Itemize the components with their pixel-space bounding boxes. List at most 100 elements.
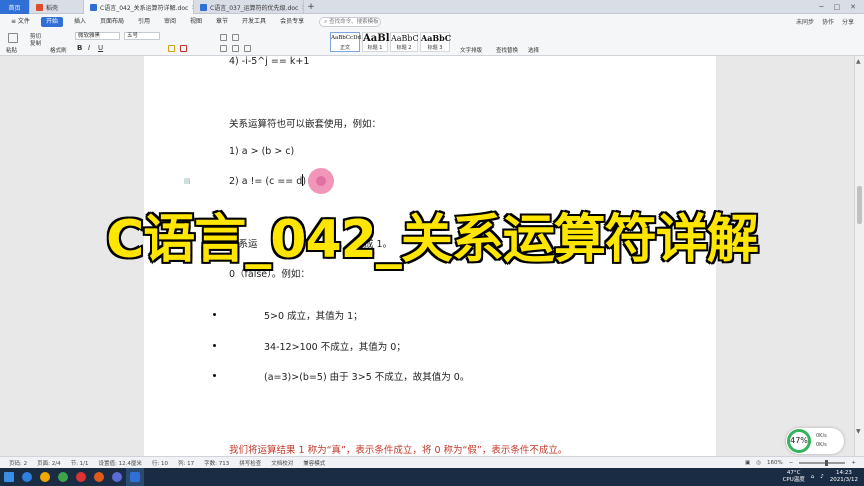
- align-right-icon[interactable]: [244, 45, 251, 52]
- command-search-input[interactable]: ⌕ 查找命令、搜索模板: [319, 16, 382, 27]
- numbered-list-icon[interactable]: [232, 34, 239, 41]
- menu-section[interactable]: 章节: [209, 14, 235, 29]
- align-left-icon[interactable]: [220, 45, 227, 52]
- style-heading1[interactable]: AaBl 标题 1: [362, 32, 390, 52]
- taskbar-app-6[interactable]: [108, 468, 126, 486]
- style-normal-sample: AaBbCcDd: [331, 35, 362, 41]
- window-controls: ─ □ ✕: [811, 0, 864, 13]
- style-heading2[interactable]: AaBbC 标题 2: [390, 32, 419, 52]
- tab-home[interactable]: 首页: [0, 0, 30, 14]
- style-normal-label: 正文: [339, 45, 350, 51]
- eye-protect-icon[interactable]: ◎: [756, 460, 761, 466]
- menu-layout[interactable]: 页面布局: [93, 14, 131, 29]
- share-button[interactable]: 分享: [842, 17, 854, 26]
- sync-status[interactable]: 未同步: [796, 17, 814, 26]
- mouse-cursor-highlight: [308, 168, 334, 194]
- zoom-slider-thumb[interactable]: [825, 459, 829, 466]
- scroll-thumb[interactable]: [857, 186, 862, 224]
- italic-button[interactable]: I: [88, 44, 90, 52]
- scroll-up-icon[interactable]: ▲: [856, 58, 861, 65]
- volume-icon[interactable]: ♪: [820, 474, 824, 480]
- browser-icon: [22, 472, 32, 482]
- minimize-icon[interactable]: ─: [819, 3, 823, 11]
- menu-dev-tools[interactable]: 开发工具: [235, 14, 273, 29]
- doc-line-example-1: 1) a > (b > c): [229, 146, 295, 157]
- find-replace-button[interactable]: 查找替换: [496, 46, 518, 54]
- status-position: 设置值: 12.4厘米: [98, 460, 142, 467]
- collab-button[interactable]: 协作: [822, 17, 834, 26]
- tab-bar: 首页 稻壳 C语言_042_关系运算符详解.doc× C语言_037_运算符的优…: [0, 0, 864, 14]
- status-bar: 页码: 2 页面: 2/4 节: 1/1 设置值: 12.4厘米 行: 10 列…: [0, 456, 864, 468]
- status-words[interactable]: 字数: 713: [199, 459, 234, 467]
- bullet-dot: [213, 374, 216, 377]
- menu-file[interactable]: ≡ 文件: [4, 14, 37, 29]
- taskbar-wps[interactable]: [126, 468, 144, 486]
- maximize-icon[interactable]: □: [834, 3, 841, 11]
- taskbar-app-1[interactable]: [18, 468, 36, 486]
- start-button[interactable]: [0, 468, 18, 486]
- taskbar-app-5[interactable]: [90, 468, 108, 486]
- paste-icon[interactable]: [8, 33, 18, 43]
- zoom-in-icon[interactable]: +: [851, 460, 856, 466]
- doc-check-button[interactable]: 文档校对: [266, 459, 298, 467]
- select-button[interactable]: 选择: [528, 46, 539, 54]
- taskbar-app-3[interactable]: [54, 468, 72, 486]
- spellcheck-toggle[interactable]: 拼写检查: [234, 459, 266, 467]
- zoom-slider[interactable]: [799, 459, 846, 466]
- underline-button[interactable]: U: [98, 44, 103, 52]
- clock-time: 14:23: [835, 470, 852, 476]
- doc-bullet-3: (a=3)>(b=5) 由于 3>5 不成立，故其值为 0。: [264, 372, 470, 383]
- video-title-banner: C语言_042_关系运算符详解: [105, 209, 761, 272]
- bold-button[interactable]: B: [77, 44, 82, 52]
- vertical-scrollbar[interactable]: ▲ ▼: [854, 56, 864, 456]
- ribbon-toolbar: 粘贴 剪切 复制 格式刷 微软雅黑 五号 B I U AaBbCcDd 正文 Aa…: [0, 29, 864, 56]
- align-center-icon[interactable]: [232, 45, 239, 52]
- app-purple-icon: [112, 472, 122, 482]
- menu-references[interactable]: 引用: [131, 14, 157, 29]
- download-rate: 0K/s: [816, 442, 827, 448]
- font-name-select[interactable]: 微软雅黑: [75, 32, 120, 40]
- style-heading2-sample: AaBbC: [391, 34, 419, 43]
- doc-bullet-2: 34-12>100 不成立，其值为 0；: [264, 342, 406, 353]
- tab-shell[interactable]: 稻壳: [30, 0, 84, 14]
- taskbar-app-4[interactable]: [72, 468, 90, 486]
- format-painter-button[interactable]: 格式刷: [50, 46, 67, 54]
- status-pages[interactable]: 页面: 2/4: [32, 459, 65, 467]
- menu-member[interactable]: 会员专享: [273, 14, 311, 29]
- view-mode-icon[interactable]: ▣: [745, 460, 750, 466]
- zoom-out-icon[interactable]: −: [789, 460, 794, 466]
- bullet-list-icon[interactable]: [220, 34, 227, 41]
- cpu-temp-label: CPU温度: [782, 477, 805, 483]
- close-window-icon[interactable]: ✕: [850, 3, 856, 11]
- menu-start[interactable]: 开始: [40, 16, 63, 27]
- style-heading3[interactable]: AaBbC 标题 3: [420, 32, 451, 52]
- copy-button[interactable]: 复制: [30, 39, 41, 47]
- menu-insert[interactable]: 插入: [67, 14, 93, 29]
- menu-view[interactable]: 视图: [183, 14, 209, 29]
- tab-doc-042[interactable]: C语言_042_关系运算符详解.doc×: [84, 0, 194, 14]
- highlight-icon[interactable]: [168, 45, 175, 52]
- status-col: 列: 17: [177, 460, 195, 467]
- system-tray: 47°C CPU温度 ⌂ ♪ 14:23 2021/3/12: [783, 470, 864, 484]
- paragraph-handle-icon[interactable]: ▤: [184, 177, 191, 185]
- clock[interactable]: 14:23 2021/3/12: [830, 470, 858, 484]
- docer-icon: [36, 3, 43, 11]
- font-size-select[interactable]: 五号: [124, 32, 160, 40]
- scroll-down-icon[interactable]: ▼: [856, 428, 861, 435]
- paste-button[interactable]: 粘贴: [6, 46, 17, 54]
- network-icon[interactable]: ⌂: [811, 474, 815, 480]
- doc-icon: [90, 3, 97, 11]
- status-section: 节: 1/1: [70, 460, 89, 467]
- text-layout-button[interactable]: 文字排版: [460, 46, 482, 54]
- taskbar-app-2[interactable]: [36, 468, 54, 486]
- font-color-icon[interactable]: [180, 45, 187, 52]
- new-tab-button[interactable]: +: [304, 0, 318, 13]
- bullet-dot: [213, 313, 216, 316]
- menu-review[interactable]: 审阅: [157, 14, 183, 29]
- status-page: 页码: 2: [9, 460, 28, 467]
- tab-doc-037[interactable]: C语言_037_运算符的优先级.doc×: [194, 0, 304, 14]
- zoom-level[interactable]: 160%: [767, 460, 783, 466]
- style-normal[interactable]: AaBbCcDd 正文: [330, 32, 362, 52]
- doc-red-note: 我们将运算结果 1 称为“真”，表示条件成立，将 0 称为“假”，表示条件不成立…: [229, 445, 568, 456]
- network-speed-widget[interactable]: 47% 0K/s 0K/s: [786, 428, 844, 454]
